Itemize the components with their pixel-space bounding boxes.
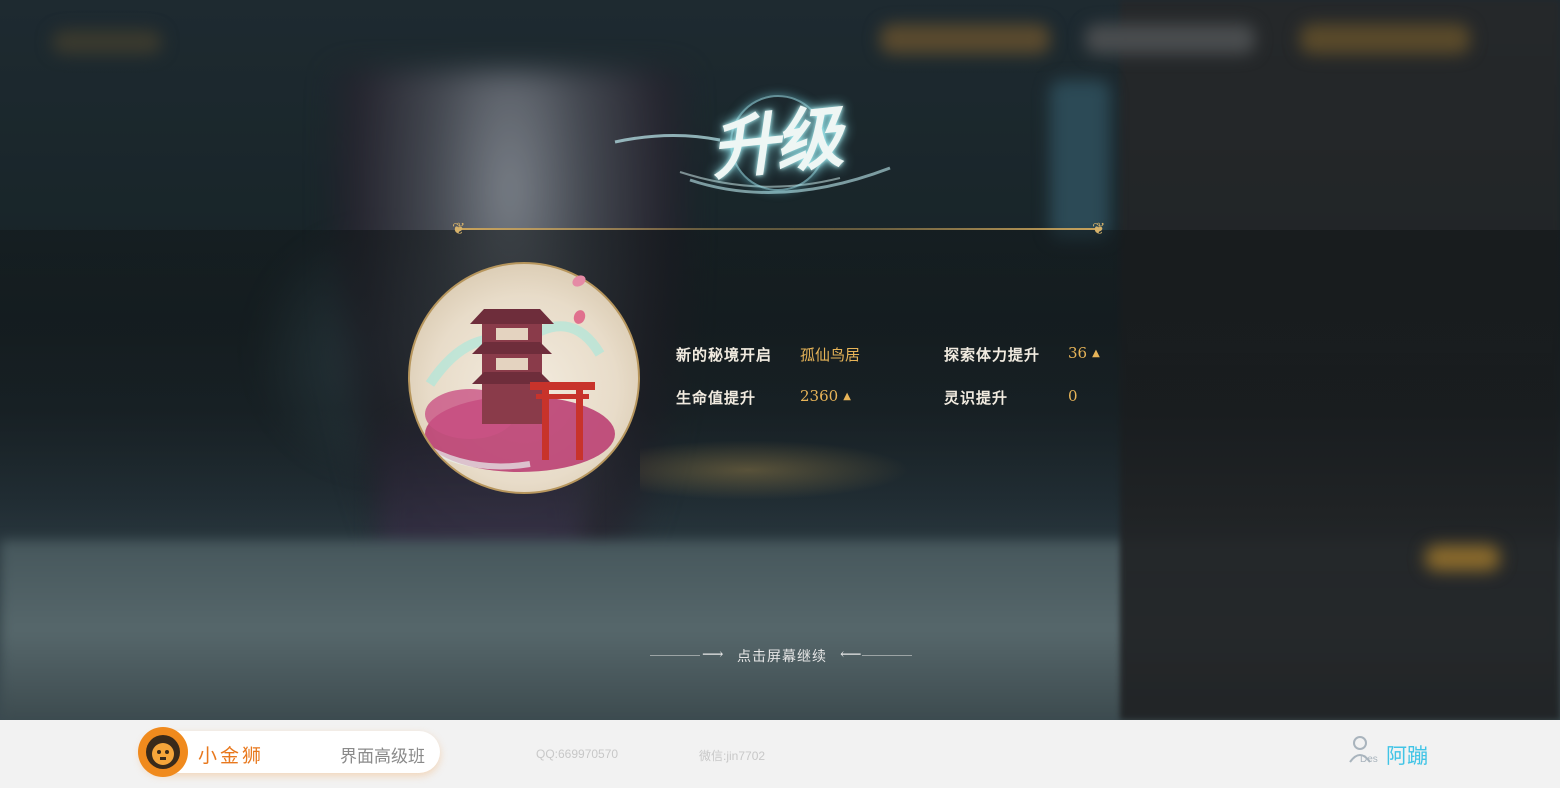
- tap-to-continue-button[interactable]: ⟶ 点击屏幕继续 ⟵: [650, 644, 912, 668]
- footer-bar: 小金狮 界面高级班 QQ:669970570 微信:jin7702 Des 阿蹦: [0, 720, 1560, 788]
- stat-label-spirit: 灵识提升: [944, 389, 1009, 407]
- level-up-title-art: 升级: [610, 80, 910, 210]
- background-currency-2: [1085, 24, 1255, 54]
- torii-pagoda-emblem-icon: [408, 262, 640, 494]
- background-button: [1425, 545, 1500, 571]
- background-currency-3: [1300, 24, 1470, 54]
- increase-arrow-icon: ▲: [843, 391, 851, 402]
- author-tag: Des: [1360, 754, 1378, 765]
- continue-line-right: [862, 655, 912, 656]
- lion-logo-icon: [138, 727, 188, 777]
- brand-name: 小金狮: [198, 746, 265, 767]
- stat-value-hp: 2360 ▲: [800, 387, 851, 405]
- stat-value-realm: 孤仙鸟居: [800, 346, 861, 364]
- author-name: 阿蹦: [1386, 745, 1428, 768]
- continue-label: 点击屏幕继续: [737, 649, 827, 665]
- stat-value-stamina: 36 ▲: [1068, 344, 1100, 362]
- increase-arrow-icon: ▲: [1092, 348, 1100, 359]
- arrow-left-icon: ⟵: [840, 645, 862, 663]
- divider-right: [680, 228, 1100, 230]
- wechat-contact: 微信:jin7702: [699, 749, 766, 763]
- continue-line-left: [650, 655, 700, 656]
- stat-label-realm: 新的秘境开启: [676, 346, 773, 364]
- stat-label-hp: 生命值提升: [676, 389, 757, 407]
- sparkle-trail: [640, 440, 910, 500]
- background-top-left-label: [52, 30, 162, 54]
- stat-label-stamina: 探索体力提升: [944, 346, 1041, 364]
- level-up-title: 升级: [706, 97, 843, 191]
- qq-contact: QQ:669970570: [536, 747, 619, 761]
- stat-value-spirit: 0: [1068, 387, 1078, 405]
- background-currency-1: [880, 24, 1050, 54]
- divider-ornament-right-icon: ❦: [1092, 219, 1106, 238]
- arrow-right-icon: ⟶: [702, 645, 724, 663]
- divider-ornament-left-icon: ❦: [452, 219, 466, 238]
- brand-subtitle: 界面高级班: [340, 747, 425, 766]
- background-side-column: [1050, 80, 1110, 240]
